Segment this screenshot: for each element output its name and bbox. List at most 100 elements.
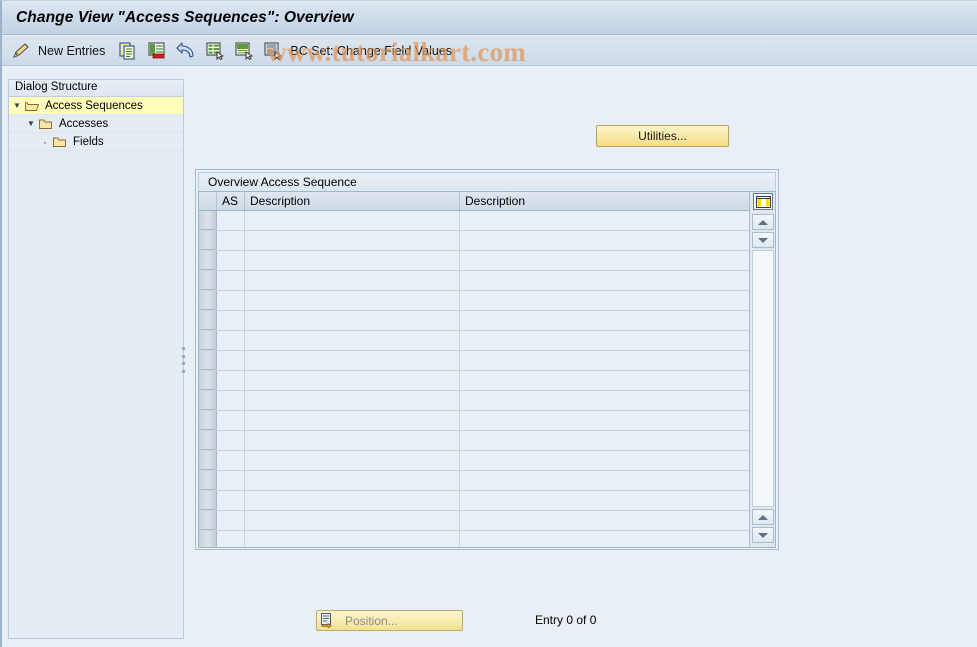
copy-button[interactable] xyxy=(117,39,139,63)
cell-description-2[interactable] xyxy=(460,211,751,230)
table-row[interactable] xyxy=(199,471,775,491)
cell-description-2[interactable] xyxy=(460,531,751,547)
cell-description-1[interactable] xyxy=(245,271,460,290)
cell-as[interactable] xyxy=(217,271,245,290)
cell-as[interactable] xyxy=(217,451,245,470)
cell-description-1[interactable] xyxy=(245,431,460,450)
table-row[interactable] xyxy=(199,391,775,411)
table-row[interactable] xyxy=(199,331,775,351)
cell-description-2[interactable] xyxy=(460,451,751,470)
cell-description-1[interactable] xyxy=(245,471,460,490)
cell-as[interactable] xyxy=(217,431,245,450)
table-row[interactable] xyxy=(199,311,775,331)
cell-as[interactable] xyxy=(217,251,245,270)
cell-description-1[interactable] xyxy=(245,311,460,330)
grid-header-as[interactable]: AS xyxy=(217,192,245,210)
cell-description-2[interactable] xyxy=(460,351,751,370)
table-row[interactable] xyxy=(199,251,775,271)
sidebar-item-fields[interactable]: · Fields xyxy=(9,133,183,151)
row-select-button[interactable] xyxy=(199,371,217,390)
cell-as[interactable] xyxy=(217,411,245,430)
sidebar-item-access-sequences[interactable]: ▼ Access Sequences xyxy=(9,97,183,115)
cell-description-1[interactable] xyxy=(245,491,460,510)
table-row[interactable] xyxy=(199,371,775,391)
bcset-change-field-values-button[interactable]: BC Set: Change Field Values xyxy=(284,39,458,63)
row-select-button[interactable] xyxy=(199,251,217,270)
cell-description-2[interactable] xyxy=(460,291,751,310)
row-select-button[interactable] xyxy=(199,291,217,310)
grid-header-description-1[interactable]: Description xyxy=(245,192,460,210)
chevron-down-icon[interactable]: ▼ xyxy=(9,101,25,110)
cell-description-2[interactable] xyxy=(460,251,751,270)
cell-as[interactable] xyxy=(217,531,245,547)
row-select-button[interactable] xyxy=(199,271,217,290)
table-row[interactable] xyxy=(199,431,775,451)
table-row[interactable] xyxy=(199,411,775,431)
cell-description-2[interactable] xyxy=(460,271,751,290)
table-row[interactable] xyxy=(199,351,775,371)
cell-description-1[interactable] xyxy=(245,291,460,310)
panel-splitter-handle[interactable] xyxy=(181,347,186,373)
cell-description-1[interactable] xyxy=(245,211,460,230)
table-row[interactable] xyxy=(199,511,775,531)
scroll-down-button-bottom[interactable] xyxy=(752,527,774,543)
position-button[interactable]: Position... xyxy=(316,610,463,631)
cell-description-1[interactable] xyxy=(245,451,460,470)
cell-description-1[interactable] xyxy=(245,371,460,390)
cell-as[interactable] xyxy=(217,491,245,510)
cell-description-1[interactable] xyxy=(245,251,460,270)
row-select-button[interactable] xyxy=(199,211,217,230)
chevron-down-icon[interactable]: ▼ xyxy=(23,119,39,128)
undo-button[interactable] xyxy=(175,39,197,63)
row-select-button[interactable] xyxy=(199,351,217,370)
table-row[interactable] xyxy=(199,211,775,231)
grid-header-select-all[interactable] xyxy=(199,192,217,210)
row-select-button[interactable] xyxy=(199,511,217,530)
detail-list-button[interactable] xyxy=(262,39,284,63)
cell-description-2[interactable] xyxy=(460,471,751,490)
delete-button[interactable] xyxy=(146,39,168,63)
scroll-down-button-top[interactable] xyxy=(752,232,774,248)
table-row[interactable] xyxy=(199,291,775,311)
row-select-button[interactable] xyxy=(199,311,217,330)
cell-description-1[interactable] xyxy=(245,231,460,250)
cell-as[interactable] xyxy=(217,211,245,230)
sidebar-item-accesses[interactable]: ▼ Accesses xyxy=(9,115,183,133)
scrollbar-track[interactable] xyxy=(752,250,774,507)
cell-description-2[interactable] xyxy=(460,371,751,390)
cell-as[interactable] xyxy=(217,391,245,410)
row-select-button[interactable] xyxy=(199,491,217,510)
row-select-button[interactable] xyxy=(199,391,217,410)
cell-description-2[interactable] xyxy=(460,511,751,530)
row-select-button[interactable] xyxy=(199,531,217,547)
edit-button[interactable] xyxy=(10,39,32,63)
cell-description-2[interactable] xyxy=(460,411,751,430)
table-row[interactable] xyxy=(199,451,775,471)
table-row[interactable] xyxy=(199,231,775,251)
cell-description-1[interactable] xyxy=(245,331,460,350)
row-select-button[interactable] xyxy=(199,451,217,470)
grid-header-description-2[interactable]: Description xyxy=(460,192,751,210)
cell-description-2[interactable] xyxy=(460,431,751,450)
cell-description-2[interactable] xyxy=(460,331,751,350)
row-select-button[interactable] xyxy=(199,231,217,250)
table-row[interactable] xyxy=(199,491,775,511)
scroll-up-button-top[interactable] xyxy=(752,214,774,230)
cell-description-2[interactable] xyxy=(460,311,751,330)
cell-description-1[interactable] xyxy=(245,411,460,430)
row-select-button[interactable] xyxy=(199,471,217,490)
cell-as[interactable] xyxy=(217,511,245,530)
display-variant-button[interactable] xyxy=(233,39,255,63)
table-row[interactable] xyxy=(199,271,775,291)
cell-as[interactable] xyxy=(217,331,245,350)
select-layout-button[interactable] xyxy=(204,39,226,63)
cell-description-1[interactable] xyxy=(245,531,460,547)
cell-as[interactable] xyxy=(217,311,245,330)
scroll-up-button-bottom[interactable] xyxy=(752,509,774,525)
cell-as[interactable] xyxy=(217,351,245,370)
cell-description-1[interactable] xyxy=(245,511,460,530)
table-settings-icon[interactable] xyxy=(753,193,773,210)
cell-as[interactable] xyxy=(217,231,245,250)
cell-description-2[interactable] xyxy=(460,391,751,410)
cell-as[interactable] xyxy=(217,471,245,490)
